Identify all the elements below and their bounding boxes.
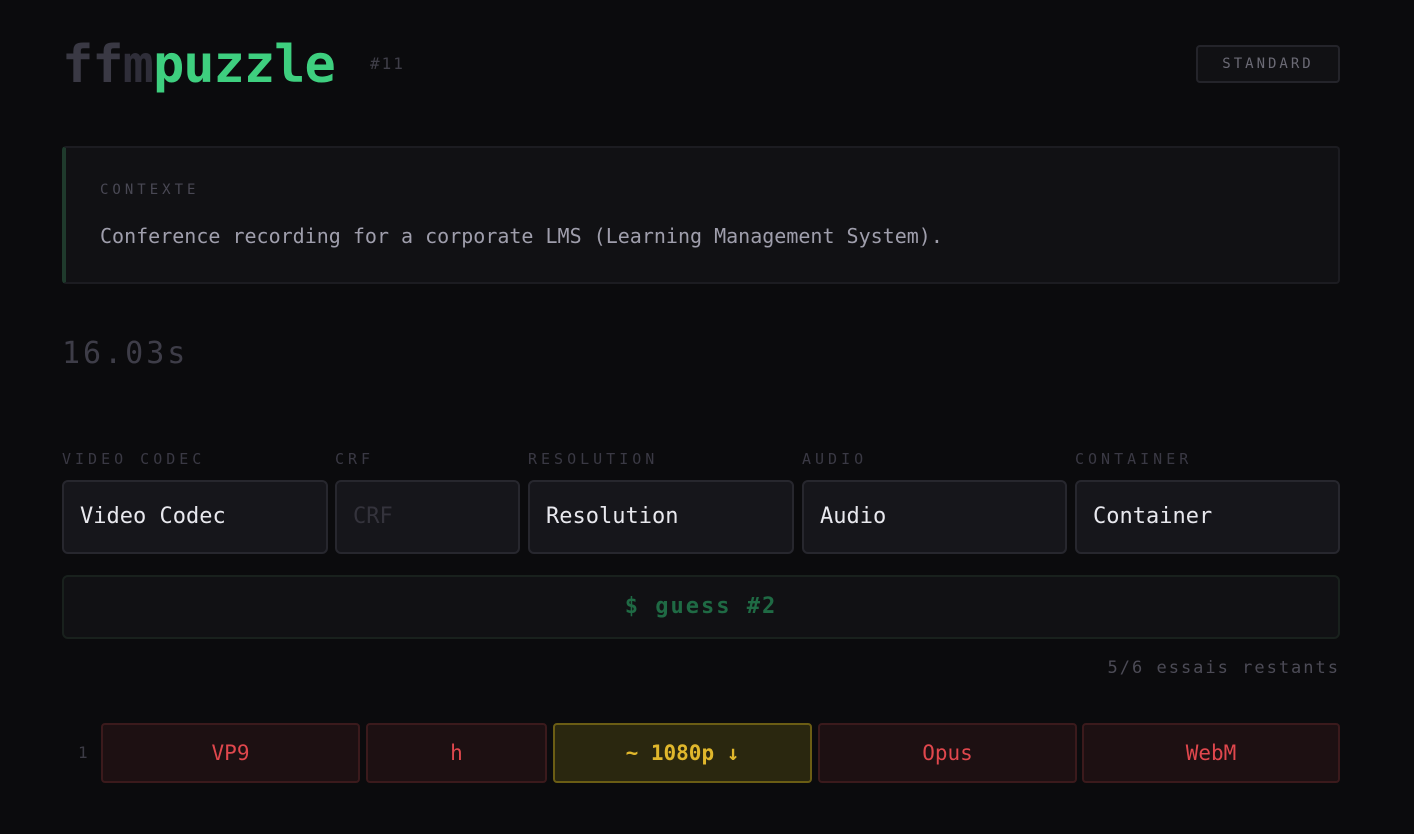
logo-ff: ff <box>62 35 124 95</box>
field-container: CONTAINER Container <box>1075 448 1340 554</box>
field-crf: CRF CRF <box>335 448 520 554</box>
logo-puzzle: puzzle <box>152 35 336 95</box>
logo-m: m <box>122 35 154 95</box>
context-text: Conference recording for a corporate LMS… <box>100 224 943 248</box>
mode-badge[interactable]: STANDARD <box>1196 45 1340 83</box>
crf-input[interactable]: CRF <box>335 480 520 554</box>
timer: 16.03s <box>62 336 189 371</box>
audio-select[interactable]: Audio <box>802 480 1067 554</box>
result-cell-audio: Opus <box>818 723 1077 783</box>
result-cell-video-codec: VP9 <box>101 723 360 783</box>
app-logo: ffmpuzzle <box>62 34 336 96</box>
resolution-select[interactable]: Resolution <box>528 480 794 554</box>
result-cell-crf: h <box>366 723 547 783</box>
guess-row-index: 1 <box>78 743 88 762</box>
header: ffmpuzzle #11 STANDARD <box>62 34 1340 96</box>
result-cell-container: WebM <box>1082 723 1340 783</box>
page: ffmpuzzle #11 STANDARD CONTEXTE Conferen… <box>0 0 1414 834</box>
container-select[interactable]: Container <box>1075 480 1340 554</box>
field-label-container: CONTAINER <box>1075 450 1193 468</box>
field-resolution: RESOLUTION Resolution <box>528 448 794 554</box>
field-label-resolution: RESOLUTION <box>528 450 659 468</box>
field-label-video-codec: VIDEO CODEC <box>62 450 206 468</box>
guess-button[interactable]: $ guess #2 <box>62 575 1340 639</box>
field-label-crf: CRF <box>335 450 375 468</box>
video-codec-select[interactable]: Video Codec <box>62 480 328 554</box>
attempts-remaining: 5/6 essais restants <box>1107 658 1340 678</box>
guess-row: 1 VP9 h ~ 1080p ↓ Opus WebM <box>62 723 1340 783</box>
context-label: CONTEXTE <box>100 182 200 198</box>
field-audio: AUDIO Audio <box>802 448 1067 554</box>
puzzle-number: #11 <box>370 54 405 73</box>
guess-form: VIDEO CODEC Video Codec CRF CRF RESOLUTI… <box>62 448 1340 554</box>
result-cell-resolution: ~ 1080p ↓ <box>553 723 812 783</box>
field-label-audio: AUDIO <box>802 450 868 468</box>
field-video-codec: VIDEO CODEC Video Codec <box>62 448 328 554</box>
context-panel: CONTEXTE Conference recording for a corp… <box>62 146 1340 284</box>
